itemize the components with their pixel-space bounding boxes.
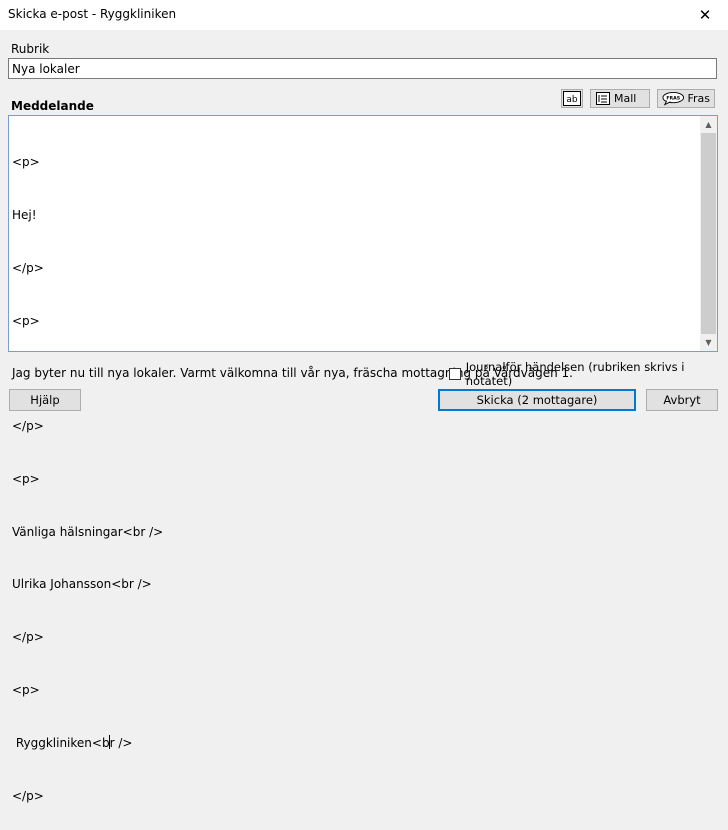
journal-checkbox-row[interactable]: Journalför händelsen (rubriken skrivs i … <box>449 360 728 388</box>
message-line: Hej! <box>12 207 37 222</box>
subject-label: Rubrik <box>11 42 50 56</box>
scrollbar-thumb[interactable] <box>701 133 716 334</box>
close-button[interactable]: ✕ <box>682 0 728 30</box>
message-line: </p> <box>12 419 44 434</box>
message-label: Meddelande <box>11 99 94 113</box>
ab-label: ab <box>566 95 578 105</box>
title-bar: Skicka e-post - Ryggkliniken ✕ <box>0 0 728 30</box>
scroll-up-arrow-icon[interactable]: ▲ <box>700 116 717 133</box>
cancel-button[interactable]: Avbryt <box>646 389 718 411</box>
message-line: Vänliga hälsningar<br /> <box>12 524 164 539</box>
template-icon <box>596 92 610 105</box>
template-label: Mall <box>614 92 637 105</box>
speech-bubble-icon: FRAS <box>662 91 685 106</box>
message-line: </p> <box>12 630 44 645</box>
insert-field-button[interactable]: ab <box>561 89 583 108</box>
message-line: </p> <box>12 260 44 275</box>
message-text[interactable]: <p> Hej! </p> <p> Jag byter nu till nya … <box>12 119 696 830</box>
phrase-button[interactable]: FRAS Fras <box>657 89 715 108</box>
phrase-label: Fras <box>687 92 710 105</box>
send-button[interactable]: Skicka (2 mottagare) <box>438 389 636 411</box>
message-line-with-caret: Ryggkliniken<br /> <box>12 734 696 753</box>
template-button[interactable]: Mall <box>590 89 650 108</box>
journal-checkbox[interactable] <box>449 368 461 380</box>
text-field-icon: ab <box>563 91 581 106</box>
message-line: <p> <box>12 313 40 328</box>
phrase-icon-text: FRAS <box>666 95 680 101</box>
close-icon: ✕ <box>698 6 712 24</box>
vertical-scrollbar[interactable]: ▲ ▼ <box>700 116 717 351</box>
journal-checkbox-label[interactable]: Journalför händelsen (rubriken skrivs i … <box>466 360 728 388</box>
message-line: Ulrika Johansson<br /> <box>12 577 152 592</box>
window-title: Skicka e-post - Ryggkliniken <box>8 7 177 21</box>
caret-line-after: r /> <box>109 735 133 750</box>
message-line: <p> <box>12 155 40 170</box>
help-button[interactable]: Hjälp <box>9 389 81 411</box>
message-line: <p> <box>12 683 40 697</box>
message-line: Ryggkliniken<br /> <box>12 734 133 750</box>
message-line: <p> <box>12 471 40 486</box>
message-editor[interactable]: <p> Hej! </p> <p> Jag byter nu till nya … <box>8 115 718 803</box>
scroll-down-arrow-icon[interactable]: ▼ <box>700 334 717 351</box>
subject-input[interactable] <box>8 58 717 79</box>
message-line: </p> <box>12 788 44 803</box>
caret-line-before: Ryggkliniken<b <box>12 735 110 750</box>
